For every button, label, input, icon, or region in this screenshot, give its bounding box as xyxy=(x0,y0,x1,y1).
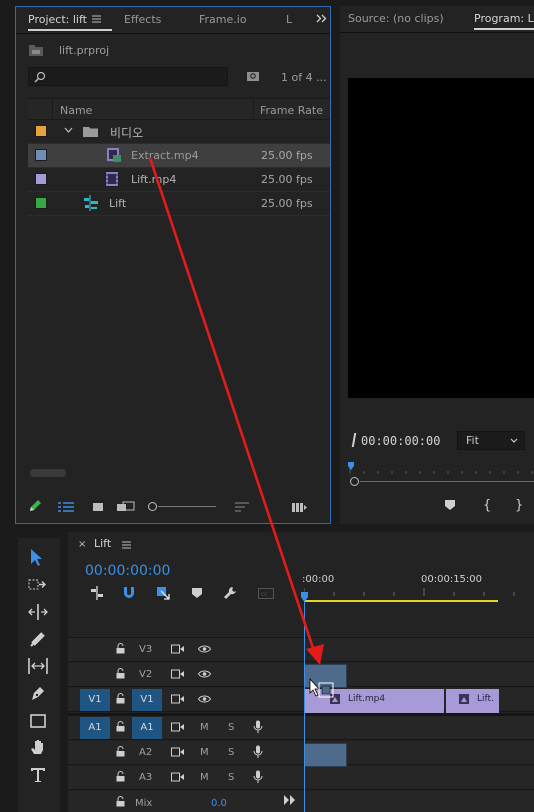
drag-arrow-annotation xyxy=(148,157,324,665)
